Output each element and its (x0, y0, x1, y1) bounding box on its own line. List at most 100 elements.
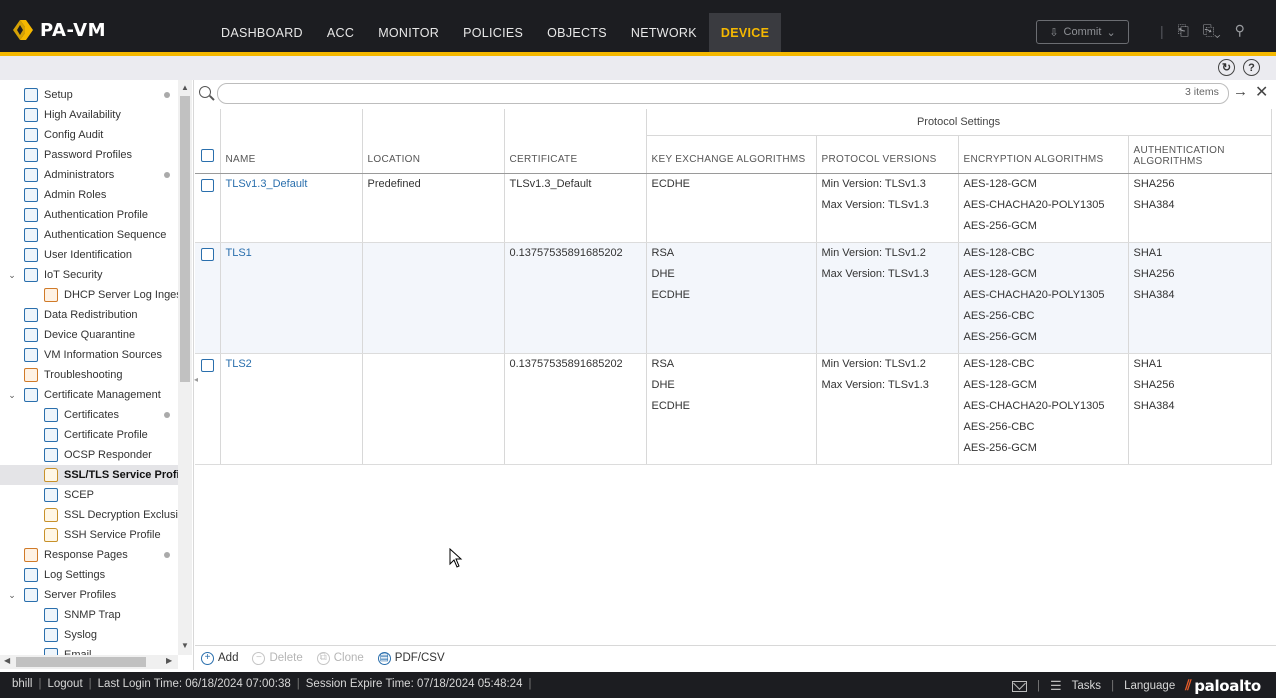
filter-input[interactable] (217, 83, 1229, 104)
clear-filter-icon[interactable]: ✕ (1255, 82, 1268, 102)
scroll-up-icon[interactable]: ▲ (181, 83, 189, 92)
tab-monitor[interactable]: MONITOR (366, 13, 451, 52)
sidebar-vertical-scrollbar[interactable]: ▲ ▼ (178, 80, 192, 655)
sidebar-horizontal-scrollbar[interactable]: ◀ ▶ (0, 655, 178, 669)
refresh-icon[interactable]: ↻ (1218, 59, 1235, 76)
encryption-value: AES-CHACHA20-POLY1305 (963, 288, 1105, 301)
expand-caret-icon[interactable]: ⌄ (7, 390, 17, 401)
scroll-down-icon[interactable]: ▼ (181, 641, 189, 650)
sidebar-item[interactable]: SCEP (0, 485, 178, 505)
sidebar-item[interactable]: Password Profiles (0, 145, 178, 165)
sidebar-item[interactable]: Administrators (0, 165, 178, 185)
sidebar-item[interactable]: SSL/TLS Service Profile (0, 465, 189, 485)
key-exchange-value: DHE (651, 378, 675, 391)
sidebar-item[interactable]: Syslog (0, 625, 178, 645)
column-header-location[interactable]: LOCATION (362, 109, 505, 174)
tab-dashboard[interactable]: DASHBOARD (209, 13, 315, 52)
sidebar-item-label: DHCP Server Log Inges (64, 289, 182, 301)
column-header-certificate[interactable]: CERTIFICATE (504, 109, 647, 174)
pdf-csv-button[interactable]: ▤ PDF/CSV (377, 651, 445, 665)
delete-button[interactable]: − Delete (252, 651, 303, 665)
profile-name-link[interactable]: TLS2 (226, 358, 357, 380)
language-link[interactable]: Language (1124, 680, 1175, 692)
help-icon[interactable]: ? (1243, 59, 1260, 76)
clone-button[interactable]: ⧉ Clone (316, 651, 364, 665)
row-checkbox[interactable] (200, 358, 214, 372)
column-header-key-exchange[interactable]: KEY EXCHANGE ALGORITHMS (646, 135, 817, 174)
column-header-encryption[interactable]: ENCRYPTION ALGORITHMS (958, 135, 1129, 174)
scroll-left-icon[interactable]: ◀ (4, 656, 10, 665)
sidebar-item[interactable]: Device Quarantine (0, 325, 178, 345)
add-button[interactable]: + Add (201, 651, 238, 665)
encryption-value: AES-128-CBC (963, 357, 1035, 370)
tasks-link[interactable]: Tasks (1072, 680, 1101, 692)
sidebar-item[interactable]: SNMP Trap (0, 605, 178, 625)
mail-icon[interactable] (1012, 680, 1027, 692)
authentication-cell: SHA1 SHA256 SHA384 (1128, 353, 1272, 465)
sidebar-item[interactable]: ⌄ Server Profiles (0, 585, 178, 605)
tab-device[interactable]: DEVICE (708, 13, 782, 52)
sidebar-item[interactable]: ⌄ Certificate Management (0, 385, 178, 405)
sidebar-item[interactable]: Response Pages (0, 545, 178, 565)
table-row[interactable]: TLS2 0.13757535891685202 RSA DHE ECDHE Min Ve… (195, 353, 1272, 465)
protocol-versions-value: Max Version: TLSv1.3 (821, 267, 929, 280)
column-header-protocol-versions[interactable]: PROTOCOL VERSIONS (816, 135, 959, 174)
table-row[interactable]: TLSv1.3_Default Predefined TLSv1.3_Default… (195, 173, 1272, 243)
sidebar-item[interactable]: User Identification (0, 245, 178, 265)
sidebar-item[interactable]: ⌄ IoT Security (0, 265, 178, 285)
ocsp-icon (44, 448, 58, 462)
search-icon (199, 86, 211, 98)
session-expire-time: Session Expire Time: 07/18/2024 05:48:24 (305, 678, 523, 690)
column-header-name[interactable]: NAME (220, 109, 363, 174)
pdf-csv-label: PDF/CSV (394, 652, 445, 664)
select-all-checkbox[interactable] (200, 148, 214, 162)
encryption-value: AES-128-GCM (963, 267, 1037, 280)
divider: | (88, 678, 92, 690)
sidebar-item[interactable]: DHCP Server Log Inges (0, 285, 182, 305)
sidebar-item[interactable]: OCSP Responder (0, 445, 178, 465)
sidebar-item[interactable]: Setup (0, 85, 178, 105)
scroll-right-icon[interactable]: ▶ (166, 656, 172, 665)
encryption-value: AES-128-GCM (963, 177, 1037, 190)
sidebar-item[interactable]: Config Audit (0, 125, 178, 145)
key-exchange-value: ECDHE (651, 399, 691, 412)
row-checkbox[interactable] (200, 247, 214, 261)
config-save-icon[interactable]: ⎘⌄ (1203, 22, 1221, 39)
apply-filter-icon[interactable]: → (1233, 83, 1248, 100)
search-icon[interactable]: ⚲ (1235, 22, 1245, 39)
scrollbar-thumb[interactable] (16, 657, 146, 667)
tab-policies[interactable]: POLICIES (451, 13, 535, 52)
sidebar-item[interactable]: Authentication Sequence (0, 225, 178, 245)
sidebar-item[interactable]: SSL Decryption Exclusio (0, 505, 184, 525)
table-row[interactable]: TLS1 0.137575358916852​02 RSA DHE ECDHE Min V… (195, 242, 1272, 354)
protocol-versions-value: Min Version: TLSv1.3 (821, 177, 926, 190)
sidebar-item[interactable]: High Availability (0, 105, 178, 125)
sidebar-item[interactable]: SSH Service Profile (0, 525, 178, 545)
key-icon (24, 148, 38, 162)
profile-name-link[interactable]: TLS1 (226, 247, 357, 269)
sidebar-item[interactable]: Certificate Profile (0, 425, 178, 445)
row-checkbox[interactable] (200, 178, 214, 192)
sidebar-item[interactable]: Authentication Profile (0, 205, 178, 225)
logout-link[interactable]: Logout (47, 678, 82, 690)
tab-acc[interactable]: ACC (315, 13, 366, 52)
expand-caret-icon[interactable]: ⌄ (7, 270, 17, 281)
sidebar-item[interactable]: Certificates (0, 405, 178, 425)
scrollbar-thumb[interactable] (180, 96, 190, 382)
sidebar-item[interactable]: Data Redistribution (0, 305, 178, 325)
profile-name-link[interactable]: TLSv1.3_Default (226, 178, 357, 200)
column-header-authentication[interactable]: AUTHENTICATION ALGORITHMS (1128, 135, 1272, 174)
paloalto-mark-icon: ⫽ (1185, 678, 1192, 694)
sidebar-item[interactable]: Troubleshooting (0, 365, 178, 385)
sidebar-item[interactable]: Log Settings (0, 565, 178, 585)
tab-objects[interactable]: OBJECTS (535, 13, 619, 52)
protocol-versions-value: Max Version: TLSv1.3 (821, 198, 929, 211)
config-lock-icon[interactable]: ⎗ (1178, 22, 1189, 39)
iot-icon (24, 268, 38, 282)
commit-button[interactable]: ⇩ Commit ⌄ (1036, 20, 1129, 44)
expand-caret-icon[interactable]: ⌄ (7, 590, 17, 601)
sidebar-item[interactable]: Admin Roles (0, 185, 178, 205)
tab-network[interactable]: NETWORK (619, 13, 709, 52)
tasks-icon[interactable]: ☰ (1050, 678, 1062, 694)
sidebar-item[interactable]: VM Information Sources (0, 345, 178, 365)
